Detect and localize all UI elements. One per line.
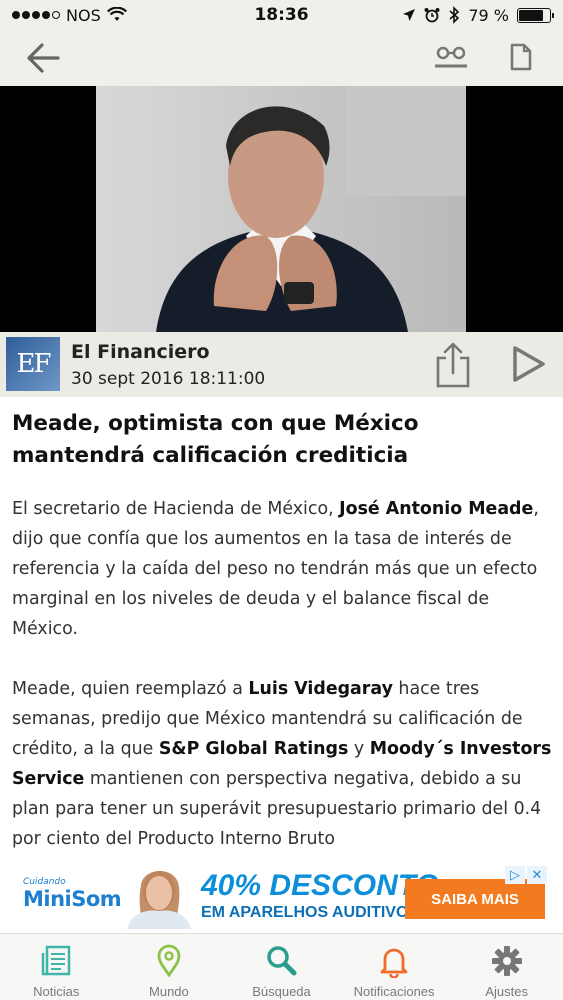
battery-icon (517, 7, 554, 23)
carrier-info: NOS (12, 6, 127, 25)
tab-notificaciones[interactable]: Notificaciones (338, 934, 451, 1000)
article-title: Meade, optimista con que México mantendr… (12, 411, 419, 468)
status-icons: 79 % (402, 5, 554, 25)
tab-ajustes[interactable]: Ajustes (450, 934, 563, 1000)
article-image-frame (0, 86, 563, 332)
reader-mode-icon[interactable] (432, 42, 470, 74)
gear-icon (491, 946, 522, 976)
wifi-icon (106, 7, 127, 21)
tab-label: Noticias (33, 984, 80, 999)
search-icon (267, 946, 297, 976)
bluetooth-icon (449, 6, 460, 24)
battery-percent: 79 % (468, 5, 509, 25)
alarm-icon (424, 8, 440, 23)
ad-brand-name: MiniSom (23, 887, 122, 911)
ad-brand-tagline: Cuidando (23, 877, 66, 887)
clock: 18:36 (254, 5, 309, 25)
tab-label: Ajustes (485, 984, 528, 999)
news-icon (42, 945, 71, 976)
article-paragraph: El secretario de Hacienda de México, Jos… (12, 499, 539, 639)
back-arrow-icon[interactable] (22, 38, 66, 78)
ad-cta-button[interactable]: SAIBA MAIS (405, 879, 545, 919)
source-logo[interactable]: EF (6, 337, 60, 391)
tab-label: Búsqueda (252, 984, 311, 999)
tab-mundo[interactable]: Mundo (113, 934, 226, 1000)
signal-icon (12, 11, 60, 19)
top-toolbar (0, 30, 563, 86)
map-pin-icon (157, 944, 181, 978)
tab-label: Notificaciones (353, 984, 435, 999)
ad-brand-logo: Cuidando MiniSom (23, 877, 122, 911)
article-paragraph: Meade, quien reemplazó a Luis Videgaray … (12, 679, 552, 849)
tab-noticias[interactable]: Noticias (0, 934, 113, 1000)
ad-headline: 40% DESCONTO (201, 869, 439, 902)
article-photo (96, 86, 466, 332)
ad-banner[interactable]: Cuidando MiniSom 40% DESCONTO EM APARELH… (21, 865, 548, 929)
play-icon[interactable] (508, 344, 548, 384)
tab-busqueda[interactable]: Búsqueda (225, 934, 338, 1000)
location-arrow-icon (403, 9, 416, 21)
portrait-illustration (96, 86, 466, 332)
tab-bar: Noticias Mundo Búsqueda Notificaciones A… (0, 933, 563, 1000)
status-bar: NOS 18:36 79 % (0, 0, 563, 30)
source-bar: EF El Financiero 30 sept 2016 18:11:00 (0, 332, 563, 397)
document-icon[interactable] (505, 40, 537, 74)
tab-label: Mundo (149, 984, 189, 999)
ad-choices-icon[interactable]: ▷ ✕ (505, 866, 547, 884)
share-icon[interactable] (434, 340, 472, 390)
article-body: Meade, optimista con que México mantendr… (12, 408, 552, 854)
ad-promo: 40% DESCONTO EM APARELHOS AUDITIVOS (201, 869, 439, 923)
publish-date: 30 sept 2016 18:11:00 (71, 369, 266, 389)
source-name[interactable]: El Financiero (71, 341, 210, 363)
ad-subline: EM APARELHOS AUDITIVOS (201, 904, 420, 921)
battery-level (519, 9, 543, 21)
carrier-name: NOS (66, 5, 101, 25)
bell-icon (380, 948, 408, 978)
ad-model-image (127, 871, 191, 929)
